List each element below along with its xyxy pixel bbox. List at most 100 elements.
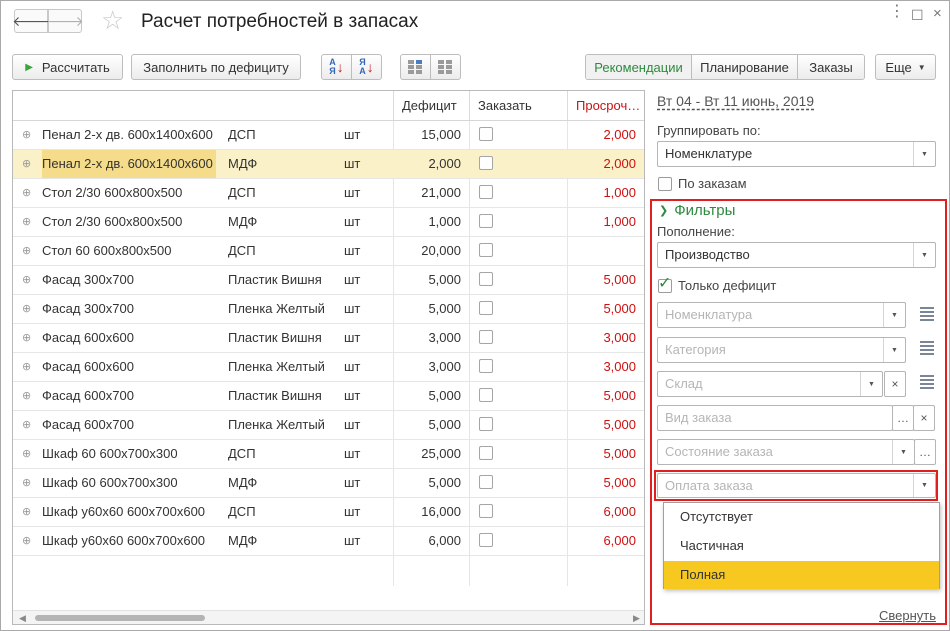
select-order-type-button[interactable]: … [892,405,914,431]
column-header-name[interactable] [13,91,393,120]
payment-field[interactable]: Оплата заказа ▼ [657,473,936,498]
column-header-overdue[interactable]: Просроч… [567,91,644,120]
scroll-right-icon[interactable]: ▶ [633,613,640,624]
fill-by-deficit-button[interactable]: Заполнить по дефициту [131,54,301,80]
expand-row-icon[interactable]: ⊕ [22,382,31,410]
table-row[interactable]: ⊕ Фасад 300х700 Пленка Желтый шт 5,000 5,000 [13,295,644,324]
order-checkbox[interactable] [479,272,493,286]
table-row[interactable]: ⊕ Фасад 600х700 Пластик Вишня шт 5,000 5,000 [13,382,644,411]
replenishment-select[interactable]: Производство ▼ [657,242,936,268]
tab-planning[interactable]: Планирование [692,55,798,79]
dropdown-arrow-icon[interactable]: ▼ [860,372,882,396]
expand-all-button[interactable] [400,54,431,80]
collapse-link[interactable]: Свернуть [879,608,936,623]
expand-row-icon[interactable]: ⊕ [22,208,31,236]
tab-orders[interactable]: Заказы [798,55,864,79]
clear-warehouse-button[interactable]: × [884,371,906,397]
dropdown-arrow-icon[interactable]: ▼ [883,303,905,327]
sort-descending-button[interactable]: Я А ↓ [351,54,382,80]
order-checkbox[interactable] [479,446,493,460]
maximize-icon[interactable]: ☐ [911,7,924,24]
order-checkbox[interactable] [479,533,493,547]
list-select-icon[interactable] [920,307,934,321]
clear-order-type-button[interactable]: × [913,405,935,431]
dropdown-arrow-icon[interactable]: ▼ [913,142,935,166]
period-link[interactable]: Вт 04 - Вт 11 июнь, 2019 [657,93,814,109]
by-orders-label[interactable]: По заказам [678,176,747,191]
payment-option-highlighted[interactable]: Полная [664,561,939,589]
table-row[interactable]: ⊕ Шкаф у60х60 600х700х600 ДСП шт 16,000 6,000 [13,498,644,527]
order-checkbox[interactable] [479,214,493,228]
table-row[interactable]: ⊕ Стол 2/30 600х800х500 ДСП шт 21,000 1,000 [13,179,644,208]
order-checkbox[interactable] [479,243,493,257]
expand-row-icon[interactable]: ⊕ [22,237,31,265]
filters-section-header[interactable]: ❯ Фильтры [659,202,735,219]
expand-row-icon[interactable]: ⊕ [22,150,31,178]
close-icon[interactable]: × [933,5,942,22]
column-header-order[interactable]: Заказать [469,91,567,120]
table-row[interactable]: ⊕ Стол 2/30 600х800х500 МДФ шт 1,000 1,000 [13,208,644,237]
order-checkbox[interactable] [479,127,493,141]
expand-row-icon[interactable]: ⊕ [22,411,31,439]
expand-row-icon[interactable]: ⊕ [22,498,31,526]
expand-row-icon[interactable]: ⊕ [22,527,31,555]
scrollbar-thumb[interactable] [35,615,205,621]
payment-option[interactable]: Отсутствует [664,503,939,531]
table-row[interactable]: ⊕ Шкаф у60х60 600х700х600 МДФ шт 6,000 6,000 [13,527,644,556]
table-row[interactable]: ⊕ Шкаф 60 600х700х300 МДФ шт 5,000 5,000 [13,469,644,498]
order-state-field[interactable]: Состояние заказа ▼ [657,439,915,465]
table-row[interactable]: ⊕ Пенал 2-х дв. 600х1400х600 МДФ шт 2,000 2,0… [13,150,644,179]
expand-row-icon[interactable]: ⊕ [22,324,31,352]
list-select-icon[interactable] [920,375,934,389]
back-button[interactable]: 🡐 [12,9,50,33]
favorite-star-icon[interactable]: ☆ [101,5,124,35]
order-type-field[interactable]: Вид заказа [657,405,893,431]
window-menu-icon[interactable]: ⋮ [889,1,906,21]
expand-row-icon[interactable]: ⊕ [22,440,31,468]
expand-row-icon[interactable]: ⊕ [22,266,31,294]
forward-button[interactable]: 🡒 [46,9,84,33]
dropdown-arrow-icon[interactable]: ▼ [883,338,905,362]
scroll-left-icon[interactable]: ◀ [19,613,26,624]
dropdown-arrow-icon[interactable]: ▼ [892,440,914,464]
collapse-all-button[interactable] [430,54,461,80]
nomenclature-field[interactable]: Номенклатура ▼ [657,302,906,328]
more-button[interactable]: Еще ▼ [875,54,936,80]
dropdown-arrow-icon[interactable]: ▼ [913,474,935,497]
tab-recommendations[interactable]: Рекомендации [586,55,692,79]
by-orders-checkbox[interactable] [658,177,672,191]
order-checkbox[interactable] [479,475,493,489]
only-deficit-label[interactable]: Только дефицит [678,278,776,293]
warehouse-field[interactable]: Склад ▼ [657,371,883,397]
table-row[interactable]: ⊕ Стол 60 600х800х500 ДСП шт 20,000 [13,237,644,266]
expand-row-icon[interactable]: ⊕ [22,469,31,497]
table-row[interactable]: ⊕ Шкаф 60 600х700х300 ДСП шт 25,000 5,000 [13,440,644,469]
table-row[interactable]: ⊕ Фасад 600х600 Пленка Желтый шт 3,000 3,000 [13,353,644,382]
order-checkbox[interactable] [479,156,493,170]
order-checkbox[interactable] [479,185,493,199]
calculate-button[interactable]: ▶ Рассчитать [12,54,123,80]
expand-row-icon[interactable]: ⊕ [22,121,31,149]
order-checkbox[interactable] [479,330,493,344]
order-checkbox[interactable] [479,504,493,518]
order-checkbox[interactable] [479,301,493,315]
order-checkbox[interactable] [479,359,493,373]
column-header-deficit[interactable]: Дефицит [393,91,469,120]
table-row[interactable]: ⊕ Фасад 600х700 Пленка Желтый шт 5,000 5,000 [13,411,644,440]
dropdown-arrow-icon[interactable]: ▼ [913,243,935,267]
sort-ascending-button[interactable]: А Я ↓ [321,54,352,80]
expand-row-icon[interactable]: ⊕ [22,353,31,381]
expand-row-icon[interactable]: ⊕ [22,179,31,207]
select-order-state-button[interactable]: … [914,439,936,465]
expand-row-icon[interactable]: ⊕ [22,295,31,323]
order-checkbox[interactable] [479,417,493,431]
table-row[interactable]: ⊕ Пенал 2-х дв. 600х1400х600 ДСП шт 15,000 2,… [13,121,644,150]
group-by-select[interactable]: Номенклатуре ▼ [657,141,936,167]
list-select-icon[interactable] [920,341,934,355]
table-row[interactable]: ⊕ Фасад 600х600 Пластик Вишня шт 3,000 3,000 [13,324,644,353]
category-field[interactable]: Категория ▼ [657,337,906,363]
table-row[interactable]: ⊕ Фасад 300х700 Пластик Вишня шт 5,000 5,000 [13,266,644,295]
order-checkbox[interactable] [479,388,493,402]
payment-option[interactable]: Частичная [664,532,939,560]
horizontal-scrollbar[interactable]: ◀ ▶ [13,610,644,624]
